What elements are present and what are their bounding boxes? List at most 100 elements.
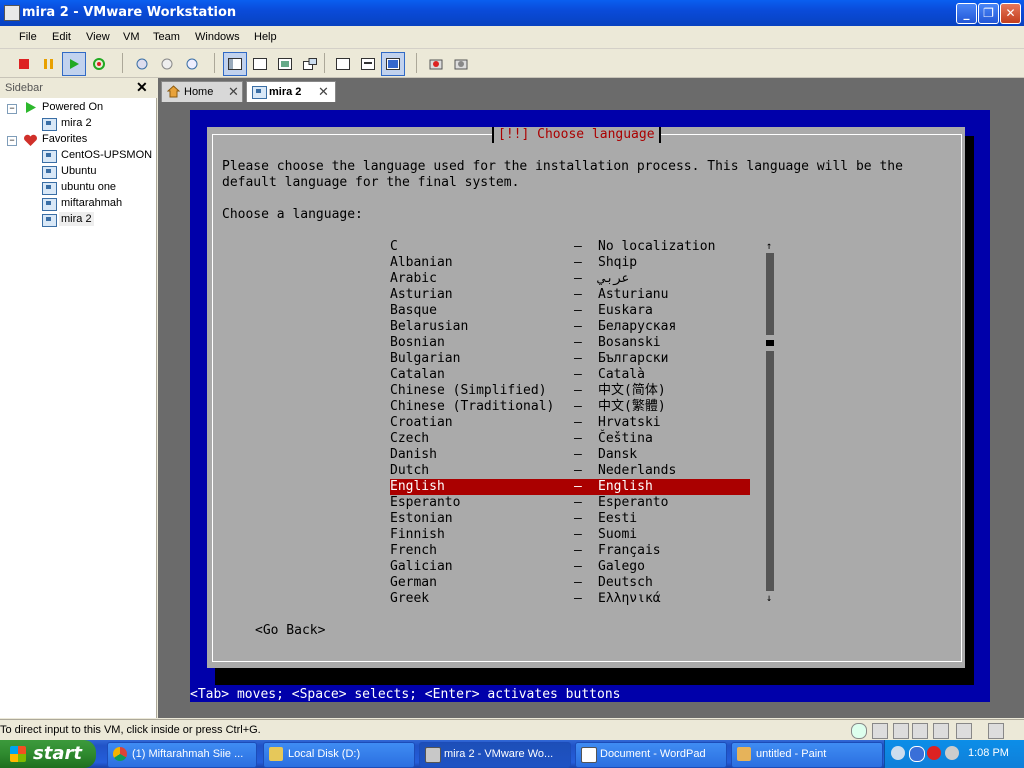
language-option[interactable]: Albanian – Shqip — [390, 255, 750, 271]
language-option[interactable]: Basque – Euskara — [390, 303, 750, 319]
language-option[interactable]: Chinese (Traditional) – 中文(繁體) — [390, 399, 750, 415]
language-option[interactable]: Belarusian – Беларуская — [390, 319, 750, 335]
sidebar-item-ubuntu-one[interactable]: ubuntu one — [61, 181, 116, 193]
language-option[interactable]: English – English — [390, 479, 750, 495]
task-vmware[interactable]: mira 2 - VMware Wo... — [419, 742, 571, 768]
task-wordpad[interactable]: Document - WordPad — [575, 742, 727, 768]
appliance-view-icon[interactable] — [356, 52, 380, 76]
capture-movie-icon[interactable] — [449, 52, 473, 76]
cd-rom-icon[interactable] — [912, 723, 928, 739]
language-list-scrollbar[interactable] — [766, 253, 774, 591]
sidebar-item-centos-upsmon[interactable]: CentOS-UPSMON — [61, 149, 152, 161]
tab-home[interactable]: Home ✕ — [161, 81, 243, 102]
reset-icon[interactable] — [87, 52, 111, 76]
menu-help[interactable]: Help — [254, 31, 277, 43]
language-option[interactable]: Galician – Galego — [390, 559, 750, 575]
sidebar-item-ubuntu[interactable]: Ubuntu — [61, 165, 96, 177]
group-favorites[interactable]: Favorites — [42, 133, 87, 145]
revert-snapshot-icon[interactable] — [155, 52, 179, 76]
full-screen-icon[interactable] — [273, 52, 297, 76]
language-option[interactable]: Czech – Čeština — [390, 431, 750, 447]
capture-screen-icon[interactable] — [424, 52, 448, 76]
task-local-disk[interactable]: Local Disk (D:) — [263, 742, 415, 768]
language-option[interactable]: Asturian – Asturianu — [390, 287, 750, 303]
sidebar-item-mira-2[interactable]: mira 2 — [59, 212, 94, 226]
language-local-name: Čeština — [598, 431, 653, 446]
maximize-button[interactable]: ❐ — [978, 3, 999, 24]
separator-dash: – — [574, 399, 582, 414]
snapshot-icon[interactable] — [130, 52, 154, 76]
menu-vm[interactable]: VM — [123, 31, 140, 43]
language-option[interactable]: Finnish – Suomi — [390, 527, 750, 543]
language-name: Greek — [390, 591, 430, 606]
tray-network-icon[interactable] — [909, 746, 925, 762]
separator-dash: – — [574, 287, 582, 302]
hard-disk-icon[interactable] — [893, 723, 909, 739]
menu-view[interactable]: View — [86, 31, 110, 43]
menu-windows[interactable]: Windows — [195, 31, 240, 43]
tab-mira-2[interactable]: mira 2 ✕ — [246, 81, 336, 102]
language-option[interactable]: French – Français — [390, 543, 750, 559]
tray-volume-icon[interactable] — [945, 746, 959, 760]
scroll-down-icon[interactable]: ↓ — [766, 591, 772, 607]
close-tab-icon[interactable]: ✕ — [318, 84, 329, 100]
suspend-icon[interactable] — [37, 52, 61, 76]
network-status-icon[interactable] — [851, 723, 867, 739]
language-local-name: Euskara — [598, 303, 653, 318]
language-option[interactable]: Esperanto – Esperanto — [390, 495, 750, 511]
go-back-button[interactable]: <Go Back> — [255, 623, 325, 639]
printer-device-icon[interactable] — [872, 723, 888, 739]
start-button[interactable]: start — [0, 740, 96, 768]
group-powered-on[interactable]: Powered On — [42, 101, 103, 113]
language-option[interactable]: C – No localization — [390, 239, 750, 255]
language-local-name: Català — [598, 367, 645, 382]
language-name: Czech — [390, 431, 430, 446]
language-option[interactable]: German – Deutsch — [390, 575, 750, 591]
language-option[interactable]: Chinese (Simplified) – 中文(简体) — [390, 383, 750, 399]
collapse-favorites-icon[interactable]: − — [7, 136, 17, 146]
folder-icon — [269, 747, 283, 761]
language-name: German — [390, 575, 437, 590]
sidebar-toggle-icon[interactable] — [223, 52, 247, 76]
sound-icon[interactable] — [933, 723, 949, 739]
separator-dash: – — [574, 543, 582, 558]
console-view-icon[interactable] — [381, 52, 405, 76]
power-off-icon[interactable] — [12, 52, 36, 76]
task-paint[interactable]: untitled - Paint — [731, 742, 883, 768]
sidebar-item-miftarahmah[interactable]: miftarahmah — [61, 197, 122, 209]
menu-edit[interactable]: Edit — [52, 31, 71, 43]
language-list[interactable]: C – No localization Albanian – Shqip Arabic – عر… — [390, 239, 750, 607]
language-option[interactable]: Catalan – Català — [390, 367, 750, 383]
quick-switch-icon[interactable] — [248, 52, 272, 76]
language-option[interactable]: Bulgarian – Български — [390, 351, 750, 367]
language-option[interactable]: Greek – Ελληνικά — [390, 591, 750, 607]
menu-team[interactable]: Team — [153, 31, 180, 43]
sidebar-item-mira-2-running[interactable]: mira 2 — [61, 117, 92, 129]
minimize-button[interactable]: _ — [956, 3, 977, 24]
sidebar-title: Sidebar — [5, 82, 43, 94]
language-local-name: Nederlands — [598, 463, 677, 478]
language-option[interactable]: Croatian – Hrvatski — [390, 415, 750, 431]
tray-security-icon[interactable] — [927, 746, 941, 760]
sidebar-close-icon[interactable]: ✕ — [136, 79, 148, 96]
collapse-powered-on-icon[interactable]: − — [7, 104, 17, 114]
summary-view-icon[interactable] — [331, 52, 355, 76]
language-option[interactable]: Estonian – Eesti — [390, 511, 750, 527]
usb-device-icon[interactable] — [956, 723, 972, 739]
snapshot-manager-icon[interactable] — [180, 52, 204, 76]
heart-icon — [24, 134, 37, 146]
message-log-icon[interactable] — [988, 723, 1004, 739]
power-on-icon[interactable] — [62, 52, 86, 76]
language-option[interactable]: Danish – Dansk — [390, 447, 750, 463]
language-name: Esperanto — [390, 495, 461, 510]
language-option[interactable]: Dutch – Nederlands — [390, 463, 750, 479]
tray-back-icon[interactable] — [891, 746, 905, 760]
language-option[interactable]: Bosnian – Bosanski — [390, 335, 750, 351]
unity-icon[interactable] — [298, 52, 322, 76]
language-option[interactable]: Arabic – عربي — [390, 271, 750, 287]
task-chrome-miftarahmah[interactable]: (1) Miftarahmah Siie ... — [107, 742, 257, 768]
powered-on-icon — [26, 102, 36, 113]
close-tab-icon[interactable]: ✕ — [228, 84, 239, 100]
menu-file[interactable]: File — [19, 31, 37, 43]
close-button[interactable]: ✕ — [1000, 3, 1021, 24]
